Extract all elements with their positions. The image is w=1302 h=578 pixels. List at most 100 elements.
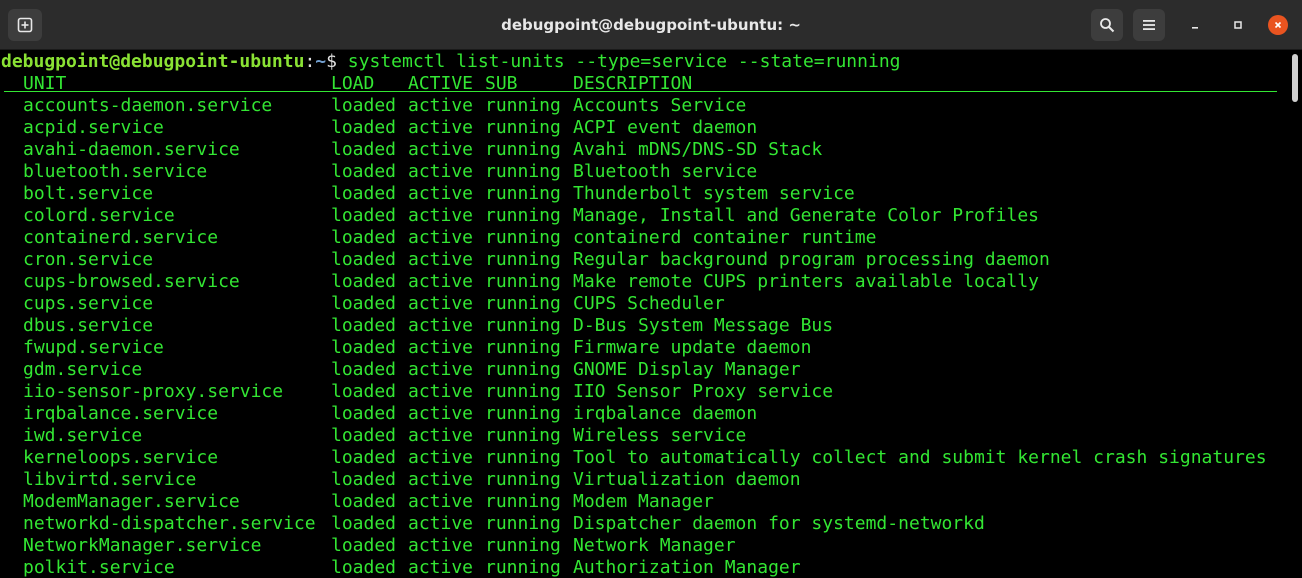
row-unit: kerneloops.service xyxy=(23,447,219,468)
row-active: active xyxy=(408,535,474,556)
row-description: Tool to automatically collect and submit… xyxy=(573,447,1267,468)
scrollbar-thumb[interactable] xyxy=(1292,54,1298,102)
maximize-button[interactable] xyxy=(1228,15,1248,35)
command-text: systemctl list-units --type=service --st… xyxy=(336,51,901,72)
table-row: irqbalance.service loaded active running irq… xyxy=(0,403,1290,425)
row-sub: running xyxy=(485,271,561,292)
prompt-user-host: debugpoint@debugpoint-ubuntu xyxy=(1,51,305,72)
row-unit: libvirtd.service xyxy=(23,469,197,490)
row-active: active xyxy=(408,315,474,336)
table-row: NetworkManager.service loaded active runnin… xyxy=(0,535,1290,557)
row-description: Authorization Manager xyxy=(573,557,801,578)
row-active: active xyxy=(408,271,474,292)
row-unit: NetworkManager.service xyxy=(23,535,262,556)
row-description: Bluetooth service xyxy=(573,161,758,182)
row-description: Wireless service xyxy=(573,425,747,446)
row-load: loaded xyxy=(331,117,397,138)
row-load: loaded xyxy=(331,403,397,424)
table-row: colord.service loaded active running Manage,… xyxy=(0,205,1290,227)
menu-button[interactable] xyxy=(1133,9,1165,41)
row-description: Regular background program processing da… xyxy=(573,249,1050,270)
row-sub: running xyxy=(485,227,561,248)
row-sub: running xyxy=(485,425,561,446)
row-active: active xyxy=(408,161,474,182)
row-load: loaded xyxy=(331,491,397,512)
row-unit: acpid.service xyxy=(23,117,164,138)
row-sub: running xyxy=(485,557,561,578)
row-description: D-Bus System Message Bus xyxy=(573,315,834,336)
row-unit: fwupd.service xyxy=(23,337,164,358)
title-bar[interactable]: debugpoint@debugpoint-ubuntu: ~ xyxy=(0,0,1302,50)
row-load: loaded xyxy=(331,381,397,402)
row-sub: running xyxy=(485,117,561,138)
row-unit: irqbalance.service xyxy=(23,403,219,424)
table-row: accounts-daemon.service loaded active runni… xyxy=(0,95,1290,117)
row-description: Thunderbolt system service xyxy=(573,183,855,204)
row-load: loaded xyxy=(331,447,397,468)
row-sub: running xyxy=(485,205,561,226)
table-row: bluetooth.service loaded active running Blue… xyxy=(0,161,1290,183)
row-description: irqbalance daemon xyxy=(573,403,758,424)
row-load: loaded xyxy=(331,315,397,336)
row-active: active xyxy=(408,117,474,138)
row-unit: cups-browsed.service xyxy=(23,271,240,292)
row-unit: ModemManager.service xyxy=(23,491,240,512)
row-description: Avahi mDNS/DNS-SD Stack xyxy=(573,139,823,160)
hamburger-menu-icon xyxy=(1143,20,1155,30)
table-row: polkit.service loaded active running Authori… xyxy=(0,557,1290,578)
close-button[interactable] xyxy=(1268,15,1288,35)
row-unit: polkit.service xyxy=(23,557,175,578)
table-row: gdm.service loaded active running GNOME Disp… xyxy=(0,359,1290,381)
row-description: Network Manager xyxy=(573,535,736,556)
row-unit: avahi-daemon.service xyxy=(23,139,240,160)
row-load: loaded xyxy=(331,95,397,116)
row-unit: iio-sensor-proxy.service xyxy=(23,381,284,402)
table-row: libvirtd.service loaded active running Virtu… xyxy=(0,469,1290,491)
row-active: active xyxy=(408,337,474,358)
table-row: containerd.service loaded active running con… xyxy=(0,227,1290,249)
search-button[interactable] xyxy=(1091,9,1123,41)
row-active: active xyxy=(408,557,474,578)
row-sub: running xyxy=(485,139,561,160)
table-row: acpid.service loaded active running ACPI eve… xyxy=(0,117,1290,139)
row-active: active xyxy=(408,469,474,490)
row-sub: running xyxy=(485,337,561,358)
row-load: loaded xyxy=(331,359,397,380)
row-load: loaded xyxy=(331,227,397,248)
row-description: containerd container runtime xyxy=(573,227,877,248)
row-load: loaded xyxy=(331,425,397,446)
table-row: cron.service loaded active running Regular b… xyxy=(0,249,1290,271)
row-sub: running xyxy=(485,249,561,270)
row-sub: running xyxy=(485,315,561,336)
row-load: loaded xyxy=(331,271,397,292)
row-sub: running xyxy=(485,161,561,182)
minimize-button[interactable] xyxy=(1185,15,1205,35)
row-description: Manage, Install and Generate Color Profi… xyxy=(573,205,1039,226)
row-active: active xyxy=(408,183,474,204)
table-row: kerneloops.service loaded active running Too… xyxy=(0,447,1290,469)
row-sub: running xyxy=(485,535,561,556)
search-icon xyxy=(1100,18,1115,33)
row-description: Make remote CUPS printers available loca… xyxy=(573,271,1039,292)
row-unit: networkd-dispatcher.service xyxy=(23,513,316,534)
row-description: Dispatcher daemon for systemd-networkd xyxy=(573,513,985,534)
row-active: active xyxy=(408,249,474,270)
row-sub: running xyxy=(485,95,561,116)
minimize-icon xyxy=(1192,27,1198,29)
row-load: loaded xyxy=(331,337,397,358)
table-row: avahi-daemon.service loaded active running A… xyxy=(0,139,1290,161)
table-row: dbus.service loaded active running D-Bus Sys… xyxy=(0,315,1290,337)
row-sub: running xyxy=(485,183,561,204)
row-description: Firmware update daemon xyxy=(573,337,812,358)
row-active: active xyxy=(408,227,474,248)
terminal-output[interactable]: debugpoint@debugpoint-ubuntu:~$ systemct… xyxy=(0,50,1290,578)
row-sub: running xyxy=(485,381,561,402)
maximize-icon xyxy=(1234,21,1242,29)
prompt-separator: : xyxy=(304,51,316,72)
row-active: active xyxy=(408,447,474,468)
row-unit: gdm.service xyxy=(23,359,143,380)
row-unit: dbus.service xyxy=(23,315,154,336)
row-description: ACPI event daemon xyxy=(573,117,758,138)
row-active: active xyxy=(408,425,474,446)
row-load: loaded xyxy=(331,183,397,204)
